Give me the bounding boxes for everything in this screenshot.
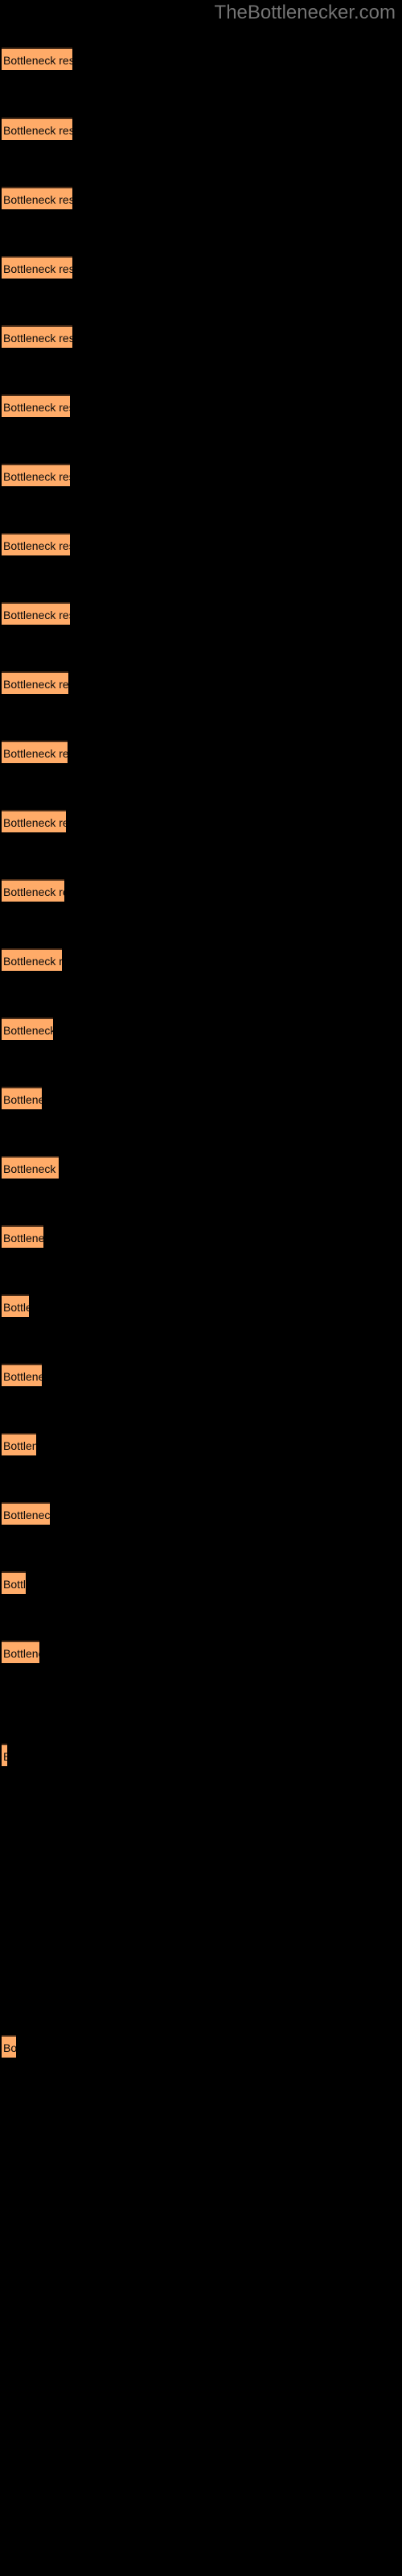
bar-label: Bottleneck result — [3, 816, 66, 829]
bar-label: Bottleneck result — [3, 1301, 29, 1314]
bar-rect: Bottleneck result — [2, 187, 72, 209]
bar-label: Bottleneck result — [3, 886, 64, 898]
bar-label: Bottleneck result — [3, 1647, 39, 1660]
bar-label: Bottleneck result — [3, 1093, 42, 1106]
bar-rect: Bottleneck result — [2, 325, 72, 348]
bar-rect: Bottleneck result — [2, 1571, 26, 1594]
bar-label: Bottleneck result — [3, 1370, 42, 1383]
bar-rect: Bottleneck result — [2, 1225, 43, 1248]
bar-label: Bottleneck result — [3, 1162, 59, 1175]
bar-rect: Bottleneck result — [2, 671, 68, 694]
bar-label: Bottleneck result — [3, 955, 62, 968]
bar-rect: Bottleneck result — [2, 394, 70, 417]
bar-label: Bottleneck result — [3, 1024, 53, 1037]
bar-rect: Bottleneck result — [2, 118, 72, 140]
bar-label: Bottleneck result — [3, 124, 72, 137]
bar-rect: Bottleneck result — [2, 948, 62, 971]
bar-rect: Bottleneck result — [2, 1018, 53, 1040]
bar-label: Bottleneck result — [3, 2041, 16, 2054]
bar-rect: Bottleneck result — [2, 1502, 50, 1525]
bar-rect: Bottleneck result — [2, 256, 72, 279]
bar-rect: Bottleneck result — [2, 1641, 39, 1663]
bar-rect: Bottleneck result — [2, 741, 68, 763]
bar-rect: Bottleneck result — [2, 1744, 7, 1766]
bar-label: Bottleneck result — [3, 332, 72, 345]
bar-label: Bottleneck result — [3, 1748, 7, 1765]
bar-rect: Bottleneck result — [2, 810, 66, 832]
bar-rect: Bottleneck result — [2, 1294, 29, 1317]
bar-rect: Bottleneck result — [2, 1364, 42, 1386]
bar-label: Bottleneck result — [3, 1578, 26, 1591]
bar-label: Bottleneck result — [3, 747, 68, 760]
bar-label: Bottleneck result — [3, 678, 68, 691]
bar-label: Bottleneck result — [3, 609, 70, 621]
bar-label: Bottleneck result — [3, 539, 70, 552]
bar-rect: Bottleneck result — [2, 464, 70, 486]
bar-rect: Bottleneck result — [2, 1087, 42, 1109]
bar-rect: Bottleneck result — [2, 879, 64, 902]
bar-series-layer: Bottleneck result Bottleneck result Bottle… — [0, 0, 402, 2576]
bar-rect: Bottleneck result — [2, 47, 72, 70]
bar-rect: Bottleneck result — [2, 1433, 36, 1455]
bar-rect: Bottleneck result — [2, 533, 70, 555]
bar-rect: Bottleneck result — [2, 2035, 16, 2058]
bar-rect: Bottleneck result — [2, 1156, 59, 1179]
bar-rect: Bottleneck result — [2, 602, 70, 625]
bar-label: Bottleneck result — [3, 1439, 36, 1452]
bar-label: Bottleneck result — [3, 193, 72, 206]
bar-label: Bottleneck result — [3, 470, 70, 483]
bar-label: Bottleneck result — [3, 401, 70, 414]
bar-label: Bottleneck result — [3, 54, 72, 67]
bottleneck-bar-chart: TheBottlenecker.com Bottleneck resultBot… — [0, 0, 402, 2576]
bar-label: Bottleneck result — [3, 1232, 43, 1245]
bar-label: Bottleneck result — [3, 262, 72, 275]
bar-label: Bottleneck result — [3, 1509, 50, 1521]
